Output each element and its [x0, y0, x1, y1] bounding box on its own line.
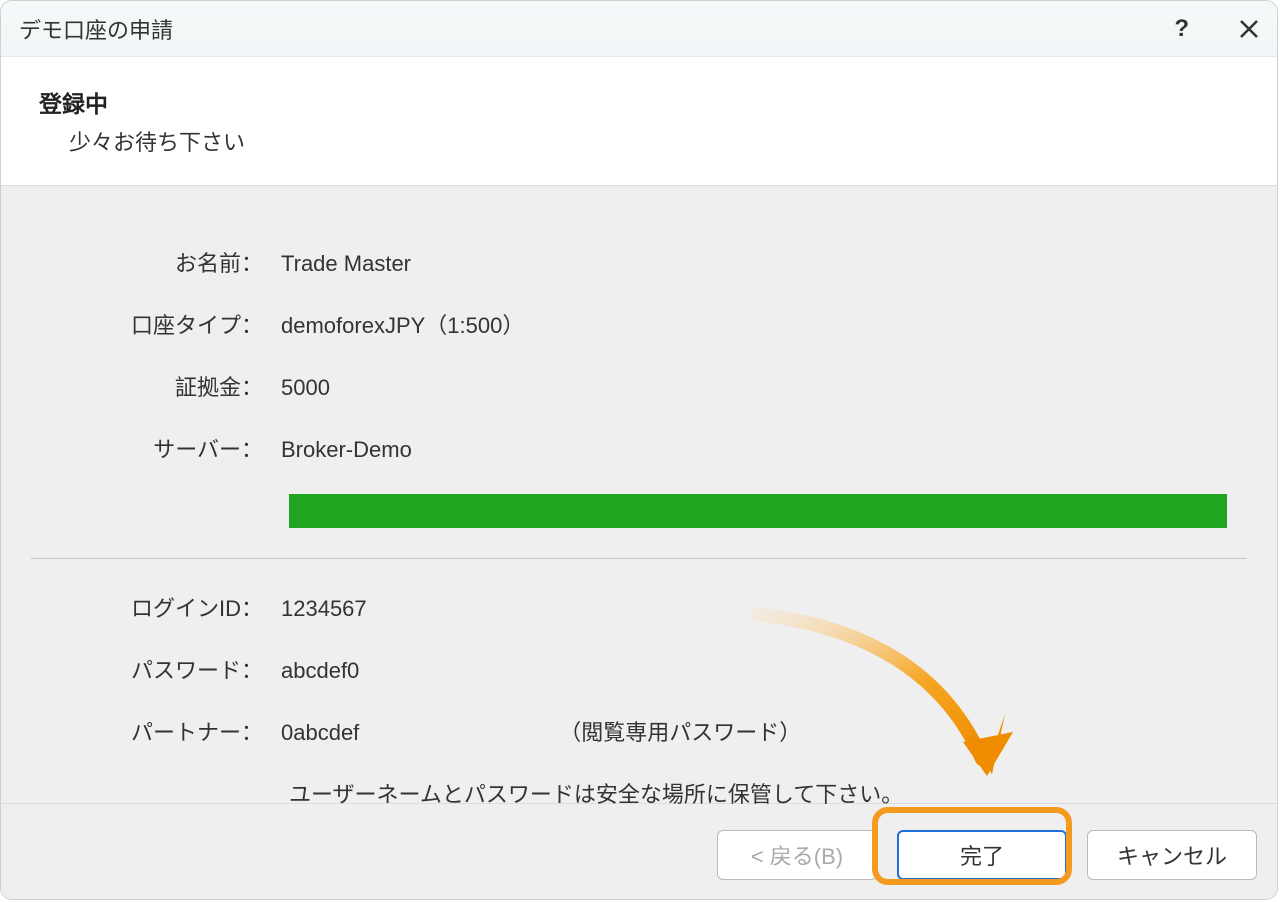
server-label: サーバー： [31, 432, 271, 464]
password-value: abcdef0 [271, 658, 359, 684]
partner-label: パートナー： [31, 715, 271, 747]
header-section: 登録中 少々お待ち下さい [1, 57, 1277, 185]
main-content: お名前： Trade Master 口座タイプ： demoforexJPY（1:… [1, 185, 1277, 803]
progress-bar [289, 494, 1227, 528]
partner-note: （閲覧専用パスワード） [359, 715, 801, 747]
account-type-value: demoforexJPY（1:500） [271, 308, 524, 340]
deposit-value: 5000 [271, 375, 330, 401]
finish-button[interactable]: 完了 [897, 830, 1067, 880]
titlebar: デモ口座の申請 ? [1, 1, 1277, 57]
name-value: Trade Master [271, 251, 411, 277]
divider [31, 558, 1247, 559]
account-type-row: 口座タイプ： demoforexJPY（1:500） [31, 308, 1247, 340]
password-label: パスワード： [31, 653, 271, 685]
close-icon[interactable] [1239, 19, 1259, 39]
login-label: ログインID： [31, 591, 271, 623]
login-row: ログインID： 1234567 [31, 591, 1247, 623]
login-value: 1234567 [271, 596, 367, 622]
account-type-label: 口座タイプ： [31, 308, 271, 340]
password-row: パスワード： abcdef0 [31, 653, 1247, 685]
save-note: ユーザーネームとパスワードは安全な場所に保管して下さい。 [31, 777, 1247, 809]
window-title: デモ口座の申請 [19, 13, 1174, 45]
name-label: お名前： [31, 246, 271, 278]
server-value: Broker-Demo [271, 437, 412, 463]
cancel-button[interactable]: キャンセル [1087, 830, 1257, 880]
header-title: 登録中 [39, 85, 1239, 119]
server-row: サーバー： Broker-Demo [31, 432, 1247, 464]
name-row: お名前： Trade Master [31, 246, 1247, 278]
demo-account-dialog: デモ口座の申請 ? 登録中 少々お待ち下さい お名前： Trade Master… [0, 0, 1278, 900]
help-icon[interactable]: ? [1174, 15, 1189, 43]
back-button[interactable]: < 戻る(B) [717, 830, 877, 880]
header-subtitle: 少々お待ち下さい [39, 125, 1239, 157]
partner-row: パートナー： 0abcdef （閲覧専用パスワード） [31, 715, 1247, 747]
footer: < 戻る(B) 完了 キャンセル [1, 803, 1277, 900]
deposit-label: 証拠金： [31, 370, 271, 402]
deposit-row: 証拠金： 5000 [31, 370, 1247, 402]
partner-value: 0abcdef [271, 720, 359, 746]
